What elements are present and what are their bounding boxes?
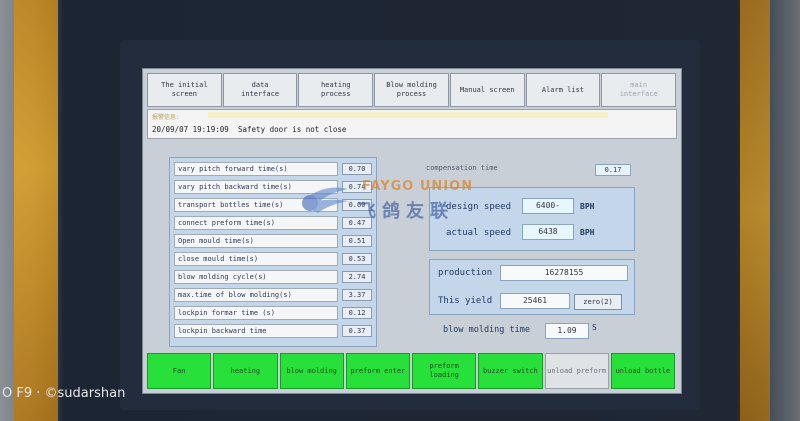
param-row: close mould time(s) 0.53 (174, 252, 372, 266)
param-label: max.time of blow molding(s) (174, 288, 338, 302)
tab-main-interface[interactable]: main interface (601, 73, 677, 107)
unload-preform-button[interactable]: unload preform (544, 353, 609, 389)
hmi-screen: The initial screen data interface heatin… (142, 68, 682, 394)
yield-label: This yield (438, 296, 493, 306)
tab-blow-molding-process[interactable]: Blow molding process (374, 73, 449, 107)
param-label: close mould time(s) (174, 252, 338, 266)
tab-data-interface[interactable]: data interface (222, 73, 298, 107)
preform-enter-button[interactable]: preform enter (345, 353, 410, 389)
param-row: vary pitch forward time(s) 0.70 (174, 162, 372, 176)
alarm-highlight (208, 112, 608, 118)
faygo-union-logo: FAYGO UNION 飞鸽友联 (298, 177, 538, 227)
param-value[interactable]: 0.51 (342, 235, 372, 247)
alarm-banner: 报警信息: 20/09/07 19:19:09 Safety door is n… (147, 109, 677, 139)
param-row: lockpin backward time 0.37 (174, 324, 372, 338)
param-row: blow molding cycle(s) 2.74 (174, 270, 372, 284)
yield-value: 25461 (500, 293, 570, 309)
preform-loading-button[interactable]: preform loading (412, 353, 477, 389)
param-value[interactable]: 3.37 (342, 289, 372, 301)
production-panel: production 16278155 This yield 25461 zer… (429, 259, 635, 315)
nav-tabs: The initial screen data interface heatin… (147, 73, 677, 107)
param-value[interactable]: 0.12 (342, 307, 372, 319)
param-row: Open mould time(s) 0.51 (174, 234, 372, 248)
param-label: blow molding cycle(s) (174, 270, 338, 284)
compensation-time-value[interactable]: 0.17 (595, 164, 631, 176)
logo-text-en: FAYGO UNION (362, 179, 474, 194)
compensation-time-label: compensation time (426, 164, 498, 172)
fan-button[interactable]: Fan (147, 353, 212, 389)
buzzer-switch-button[interactable]: buzzer switch (478, 353, 543, 389)
logo-mark-icon (302, 187, 348, 213)
param-label: lockpin backward time (174, 324, 338, 338)
param-row: lockpin formar time (s) 0.12 (174, 306, 372, 320)
param-label: Open mould time(s) (174, 234, 338, 248)
param-value[interactable]: 0.70 (342, 163, 372, 175)
alarm-timestamp: 20/09/07 19:19:09 (152, 125, 229, 134)
param-value[interactable]: 0.53 (342, 253, 372, 265)
unload-bottle-button[interactable]: unload bottle (610, 353, 675, 389)
production-label: production (438, 268, 493, 278)
zero-button[interactable]: zero(2) (574, 294, 622, 310)
param-value[interactable]: 0.37 (342, 325, 372, 337)
tab-heating-process[interactable]: heating process (298, 73, 374, 107)
blow-molding-time-label: blow molding time (443, 325, 530, 335)
blow-molding-time-unit: S (592, 323, 597, 332)
param-label: vary pitch forward time(s) (174, 162, 338, 176)
param-value[interactable]: 2.74 (342, 271, 372, 283)
photo-watermark: O F9 · ©sudarshan (2, 386, 126, 401)
param-label: lockpin formar time (s) (174, 306, 338, 320)
tape-left (14, 0, 58, 421)
tab-initial-screen[interactable]: The initial screen (147, 73, 222, 107)
actual-speed-unit: BPH (580, 228, 595, 237)
production-value: 16278155 (500, 265, 628, 281)
param-row: max.time of blow molding(s) 3.37 (174, 288, 372, 302)
tab-alarm-list[interactable]: Alarm list (525, 73, 601, 107)
bottom-function-bar: Fan heating blow molding preform enter p… (147, 353, 677, 389)
logo-text-cn: 飞鸽友联 (358, 201, 454, 222)
tab-manual-screen[interactable]: Manual screen (449, 73, 525, 107)
alarm-header: 报警信息: (152, 114, 180, 121)
heating-button[interactable]: heating (213, 353, 278, 389)
blow-molding-button[interactable]: blow molding (279, 353, 344, 389)
tape-right (740, 0, 770, 421)
alarm-message: Safety door is not close (238, 125, 347, 134)
blow-molding-time-value[interactable]: 1.09 (545, 323, 589, 339)
actual-speed-label: actual speed (446, 228, 512, 238)
design-speed-unit: BPH (580, 202, 595, 211)
